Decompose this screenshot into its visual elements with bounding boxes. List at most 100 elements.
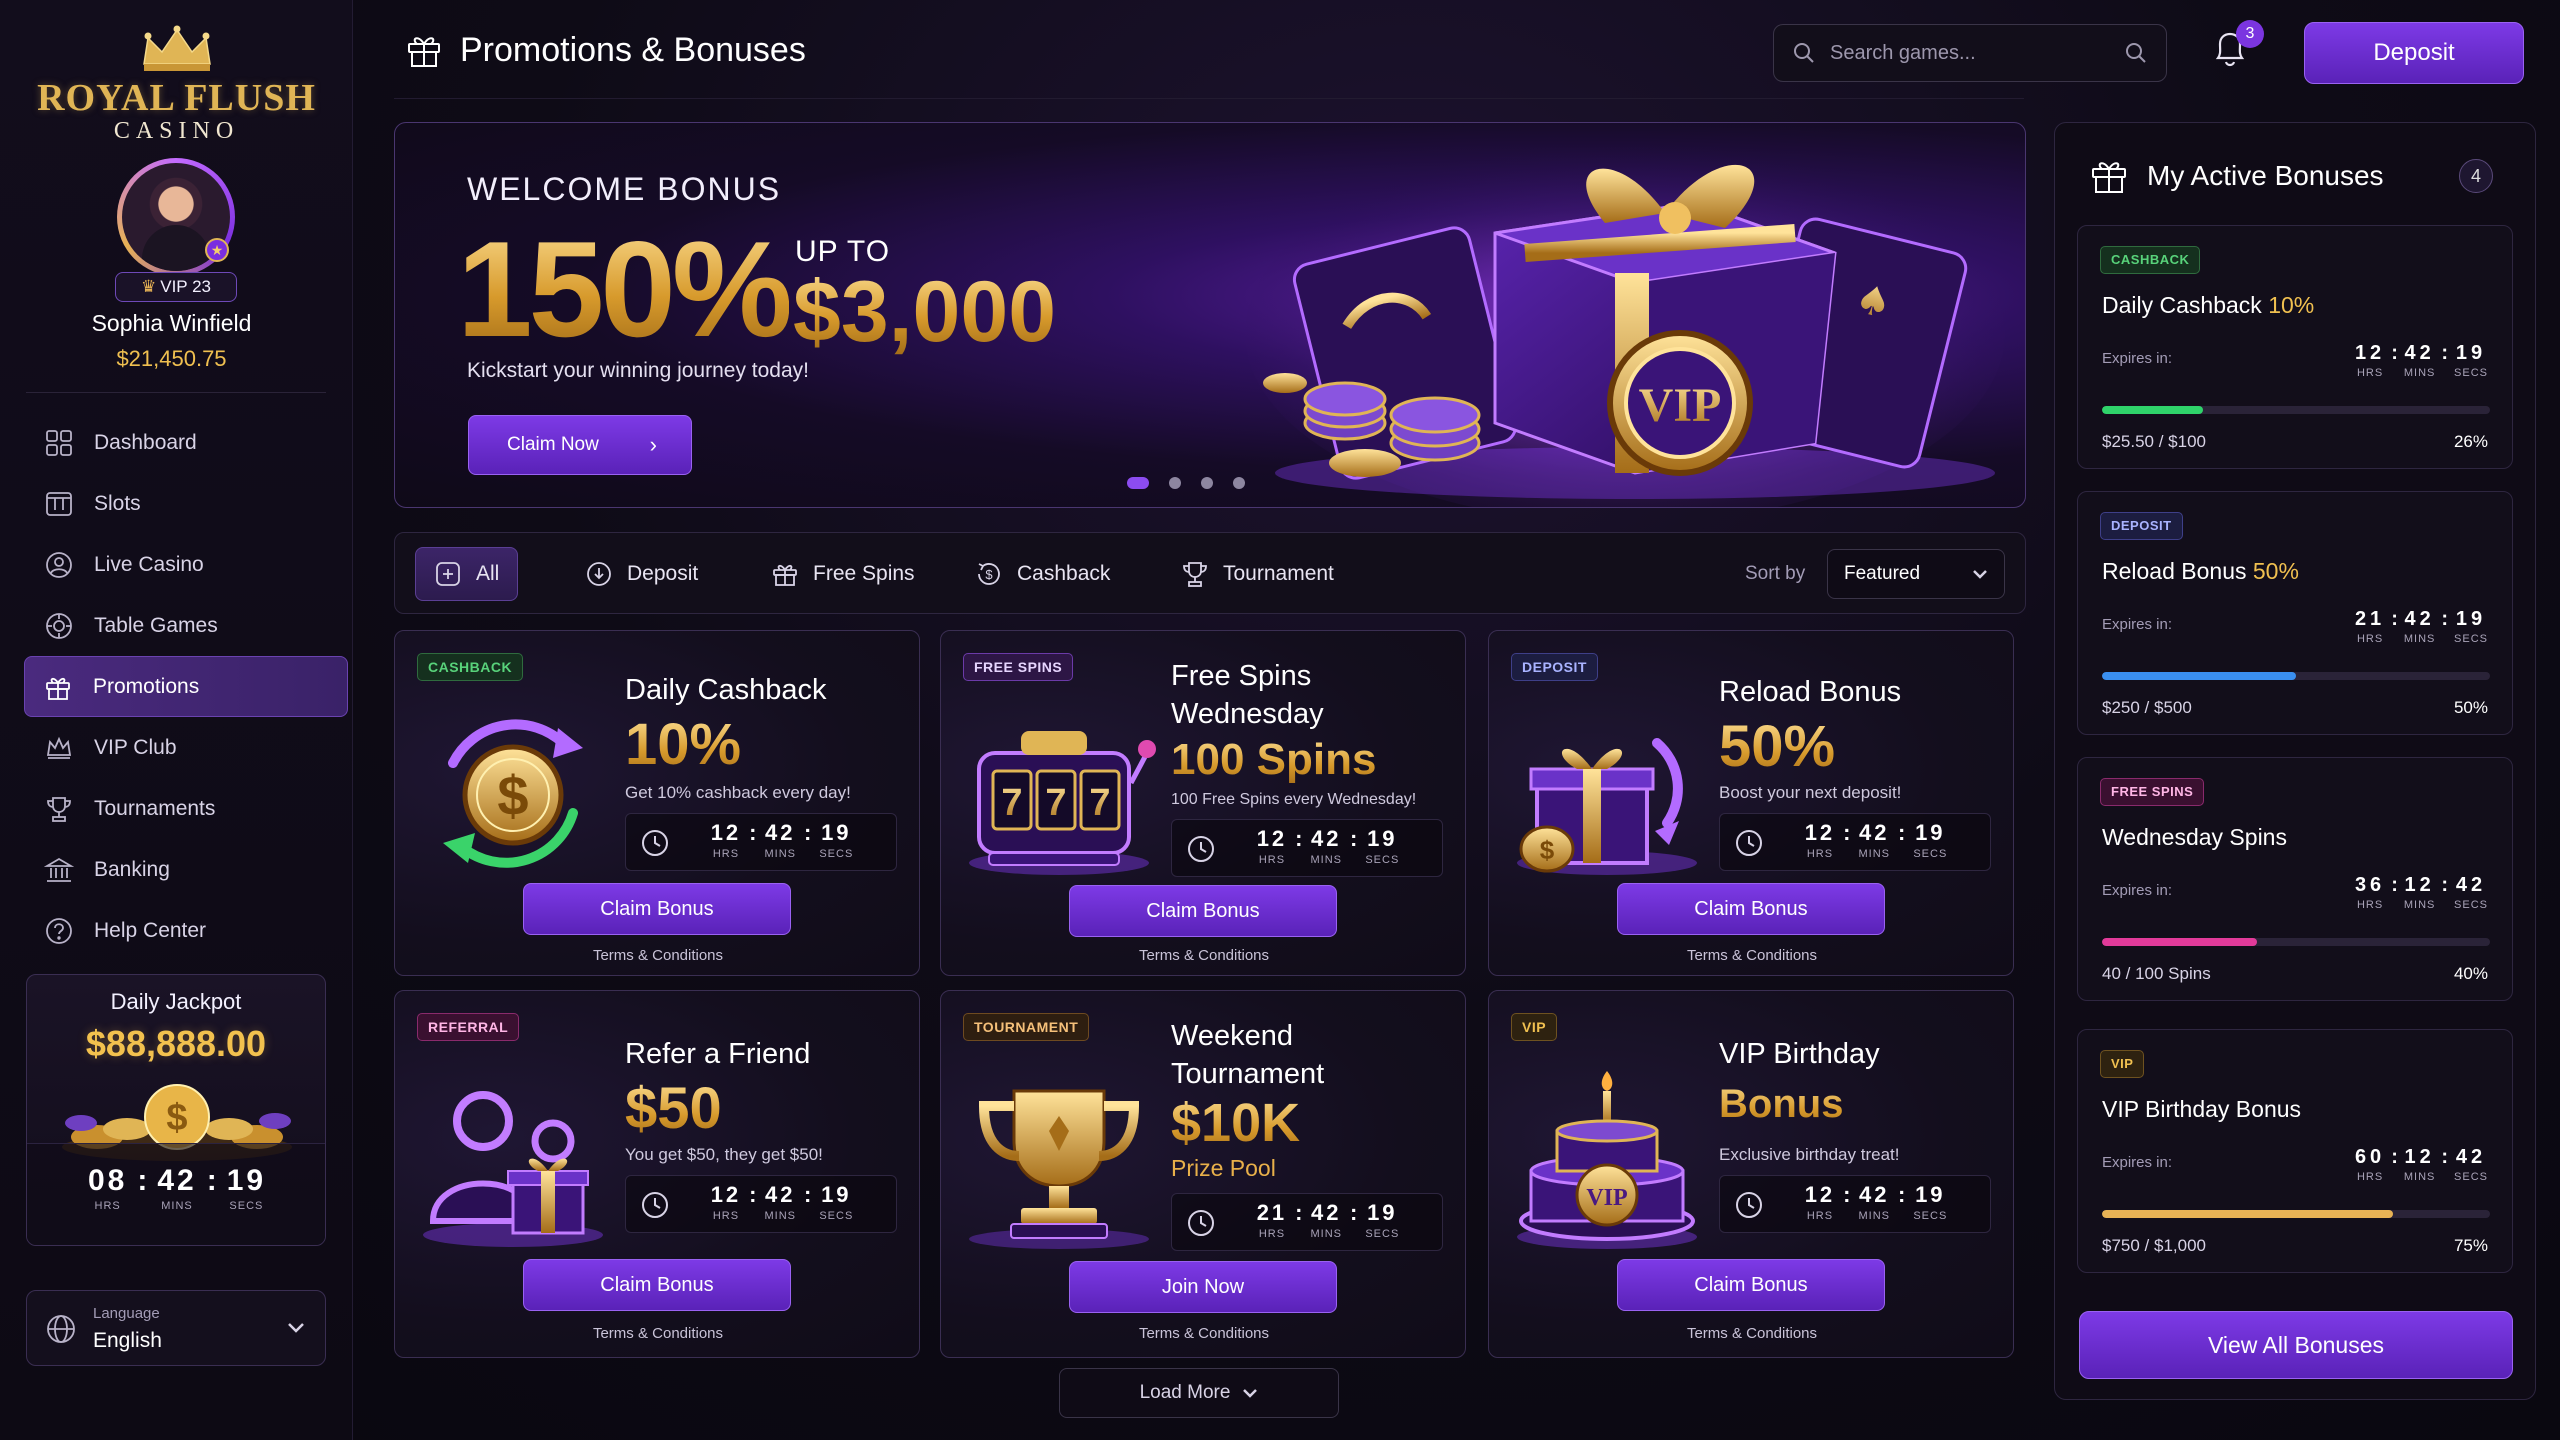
promo-card-vip-birthday-bonus: VIP VIP VIP Birthday Bonus Exclusive bir… (1488, 990, 2014, 1358)
countdown-hours: 12 (710, 1182, 742, 1207)
active-bonus-item[interactable]: VIP VIP Birthday Bonus Expires in: 60 HRS… (2077, 1029, 2513, 1273)
language-selector[interactable]: Language English (26, 1290, 326, 1366)
grid-plus-icon (436, 562, 460, 586)
promo-title: VIP Birthday (1719, 1038, 1880, 1070)
bonus-countdown: 21 HRS: 42 MINS: 19 SECS (2354, 608, 2488, 645)
filter-all[interactable]: All (415, 547, 519, 601)
filter-cashback[interactable]: $ Cashback (957, 547, 1128, 601)
sidebar-item-vip-club[interactable]: VIP Club (26, 717, 348, 778)
minutes-label: MINS (2403, 633, 2436, 645)
brand-logo[interactable]: ROYAL FLUSH CASINO (0, 24, 353, 145)
bonus-name-text: Wednesday Spins (2102, 824, 2287, 850)
terms-link[interactable]: Terms & Conditions (1489, 1325, 2013, 1342)
welcome-bonus-banner[interactable]: ♠ VIP WELCOME BONUS 150% UP TO $3,000 Ki… (394, 122, 2026, 508)
gift-box-illustration: $ (1517, 738, 1697, 875)
help-icon (46, 917, 72, 944)
progress-bar (2102, 1210, 2490, 1218)
svg-text:7: 7 (1045, 782, 1066, 824)
search-submit-icon[interactable] (2124, 41, 2148, 65)
promo-title: Free Spins Wednesday (1171, 660, 1324, 730)
countdown-hours: 21 (1256, 1200, 1288, 1225)
progress-text: $750 / $1,000 (2102, 1236, 2206, 1255)
filter-label: Tournament (1223, 562, 1334, 585)
table-games-icon (46, 612, 72, 639)
carousel-dot[interactable] (1201, 477, 1213, 489)
sidebar-item-promotions[interactable]: Promotions (24, 656, 348, 717)
promo-card-reload-bonus: DEPOSIT $ Reload Bonus 50% Boost your ne… (1488, 630, 2014, 976)
jackpot-seconds: 19 (226, 1164, 267, 1197)
view-all-bonuses-button[interactable]: View All Bonuses (2079, 1311, 2513, 1379)
notifications-button[interactable]: 3 (2210, 20, 2264, 78)
clock-icon (642, 1192, 668, 1218)
crown-icon (46, 736, 72, 759)
claim-bonus-button[interactable]: Claim Bonus (1617, 883, 1885, 935)
sidebar-item-table-games[interactable]: Table Games (26, 595, 348, 656)
clock-icon (642, 830, 668, 856)
search-bar[interactable] (1773, 24, 2167, 82)
active-bonus-item[interactable]: CASHBACK Daily Cashback 10% Expires in: … (2077, 225, 2513, 469)
terms-link[interactable]: Terms & Conditions (395, 1325, 919, 1342)
progress-fill (2102, 1210, 2393, 1218)
sort-label: Sort by (1745, 563, 1806, 584)
filter-free-spins[interactable]: Free Spins (753, 547, 933, 601)
sidebar-item-live-casino[interactable]: Live Casino (26, 534, 348, 595)
terms-link[interactable]: Terms & Conditions (1489, 947, 2013, 964)
claim-bonus-button[interactable]: Claim Bonus (523, 883, 791, 935)
expires-label: Expires in: (2102, 616, 2173, 633)
bonus-highlight: 50% (2252, 558, 2299, 584)
terms-link[interactable]: Terms & Conditions (395, 947, 919, 964)
promo-card-weekend-tournament: TOURNAMENT Weekend Tournament $10K Prize… (940, 990, 1466, 1358)
countdown-minutes: 42 (765, 820, 796, 845)
promo-countdown: 12 HRS: 42 MINS: 19 SECS (625, 1175, 897, 1233)
chevron-right-icon: › (649, 432, 657, 457)
active-bonus-item[interactable]: DEPOSIT Reload Bonus 50% Expires in: 21 H… (2077, 491, 2513, 735)
chevron-down-icon (288, 1323, 304, 1333)
carousel-dot[interactable] (1233, 477, 1245, 489)
claim-bonus-button[interactable]: Claim Bonus (1069, 885, 1337, 937)
sidebar-item-dashboard[interactable]: Dashboard (26, 412, 348, 473)
seconds-label: SECS (1913, 1210, 1948, 1222)
search-input[interactable] (1830, 37, 2100, 69)
countdown-minutes: 42 (2404, 342, 2435, 364)
minutes-label: MINS (2403, 899, 2436, 911)
filter-deposit[interactable]: Deposit (567, 547, 716, 601)
load-more-button[interactable]: Load More (1059, 1368, 1339, 1418)
countdown-minutes: 42 (2404, 608, 2435, 630)
sidebar-item-slots[interactable]: Slots (26, 473, 348, 534)
promo-description: 100 Free Spins every Wednesday! (1171, 791, 1417, 808)
claim-now-button[interactable]: Claim Now › (468, 415, 692, 475)
claim-bonus-button[interactable]: Claim Bonus (1617, 1259, 1885, 1311)
join-now-button[interactable]: Join Now (1069, 1261, 1337, 1313)
daily-jackpot-widget[interactable]: Daily Jackpot $88,888.00 $ 08 HRS : 42 MIN… (26, 974, 326, 1246)
countdown-hours: 60 (2354, 1146, 2386, 1168)
carousel-dot[interactable] (1169, 477, 1181, 489)
active-bonus-item[interactable]: FREE SPINS Wednesday Spins Expires in: 3… (2077, 757, 2513, 1001)
terms-link[interactable]: Terms & Conditions (941, 947, 1465, 964)
progress-fill (2102, 938, 2258, 946)
countdown-seconds: 19 (2455, 342, 2487, 364)
filter-tournament[interactable]: Tournament (1163, 547, 1352, 601)
globe-icon (47, 1315, 75, 1343)
countdown-minutes: 42 (765, 1182, 796, 1207)
promo-title: Weekend Tournament (1171, 1020, 1325, 1090)
countdown-seconds: 19 (1367, 826, 1398, 851)
svg-text:$: $ (1540, 835, 1555, 865)
progress-percent: 40% (2453, 964, 2488, 983)
terms-link[interactable]: Terms & Conditions (941, 1325, 1465, 1342)
deposit-button[interactable]: Deposit (2304, 22, 2524, 84)
minutes-label: MINS (764, 848, 796, 860)
sort-select[interactable]: Featured (1827, 549, 2005, 599)
promo-highlight: $10K (1171, 1093, 1301, 1153)
hours-label: HRS (1806, 848, 1834, 860)
claim-bonus-button[interactable]: Claim Bonus (523, 1259, 791, 1311)
countdown-minutes: 12 (2404, 1146, 2435, 1168)
bonus-countdown: 36 HRS: 12 MINS: 42 SECS (2354, 874, 2488, 911)
countdown-hours: 21 (2354, 608, 2386, 630)
sidebar-item-help-center[interactable]: Help Center (26, 900, 348, 961)
filter-label: Cashback (1017, 562, 1111, 585)
gift-icon (2092, 162, 2126, 193)
sidebar-item-tournaments[interactable]: Tournaments (26, 778, 348, 839)
carousel-dot[interactable] (1127, 477, 1149, 489)
filter-label: Free Spins (813, 562, 915, 585)
sidebar-item-banking[interactable]: Banking (26, 839, 348, 900)
